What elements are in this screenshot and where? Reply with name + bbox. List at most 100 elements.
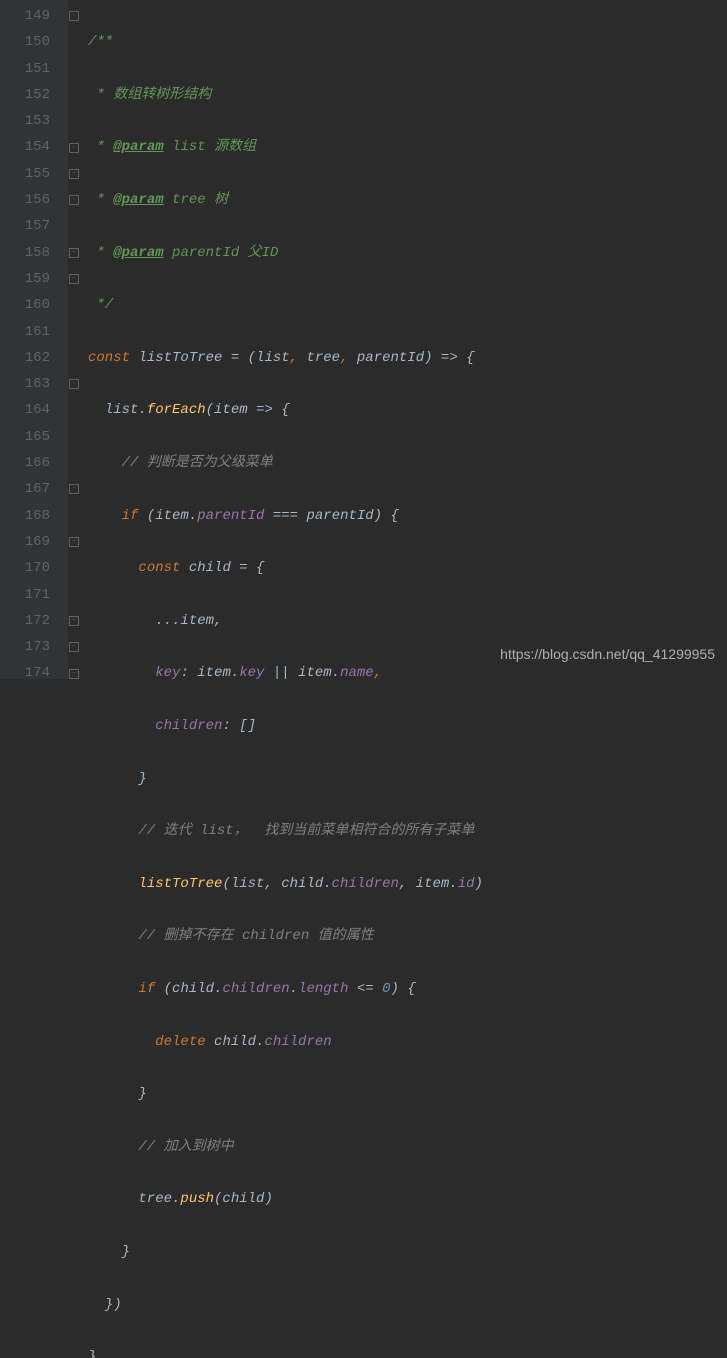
property: name — [340, 665, 374, 681]
keyword: const — [138, 560, 180, 576]
indent — [88, 876, 138, 892]
comma: , — [290, 350, 307, 366]
line-number: 156 — [10, 187, 50, 213]
fold-toggle[interactable]: - — [69, 642, 79, 652]
comma: , — [340, 350, 357, 366]
comment: // 迭代 list， 找到当前菜单相符合的所有子菜单 — [88, 823, 474, 839]
line-number: 165 — [10, 424, 50, 450]
doc-tag: @param — [113, 192, 163, 208]
fold-toggle[interactable]: - — [69, 669, 79, 679]
line-number: 159 — [10, 266, 50, 292]
param: item — [214, 402, 248, 418]
keyword: const — [88, 350, 138, 366]
param: list — [256, 350, 290, 366]
code: || item. — [264, 665, 340, 681]
code: child. — [206, 1034, 265, 1050]
property: parentId — [197, 508, 264, 524]
line-number: 161 — [10, 319, 50, 345]
doc-comment: */ — [88, 297, 113, 313]
fold-toggle[interactable]: - — [69, 537, 79, 547]
line-number: 151 — [10, 56, 50, 82]
doc-desc: 父ID — [248, 245, 279, 261]
line-number: 160 — [10, 292, 50, 318]
property: length — [298, 981, 348, 997]
fold-toggle[interactable]: - — [69, 616, 79, 626]
doc-param: list — [164, 139, 214, 155]
line-number: 168 — [10, 503, 50, 529]
property: key — [239, 665, 264, 681]
code: ) { — [391, 981, 416, 997]
code: . — [290, 981, 298, 997]
line-number: 157 — [10, 213, 50, 239]
code-area[interactable]: /** * 数组转树形结构 * @param list 源数组 * @param… — [82, 0, 483, 679]
indent — [88, 1034, 155, 1050]
doc-param: parentId — [164, 245, 248, 261]
indent — [88, 981, 138, 997]
code: ...item, — [88, 613, 222, 629]
code: , item. — [399, 876, 458, 892]
property: children — [332, 876, 399, 892]
doc-desc: 树 — [214, 192, 228, 208]
comment: // 加入到树中 — [88, 1139, 234, 1155]
line-number: 172 — [10, 608, 50, 634]
indent — [88, 508, 122, 524]
indent — [88, 665, 155, 681]
fold-toggle[interactable]: - — [69, 248, 79, 258]
line-number: 169 — [10, 529, 50, 555]
comment: // 判断是否为父级菜单 — [88, 455, 273, 471]
code: }) — [88, 1297, 122, 1313]
line-number: 171 — [10, 582, 50, 608]
property: id — [458, 876, 475, 892]
code: (list, child. — [222, 876, 331, 892]
property: children — [222, 981, 289, 997]
indent — [88, 560, 138, 576]
line-number: 170 — [10, 555, 50, 581]
keyword: if — [138, 981, 155, 997]
line-number: 174 — [10, 660, 50, 686]
doc-tag: @param — [113, 139, 163, 155]
property: key — [155, 665, 180, 681]
keyword: delete — [155, 1034, 205, 1050]
punc: => { — [248, 402, 290, 418]
doc-text: 数组转树形结构 — [113, 87, 211, 103]
line-number: 167 — [10, 476, 50, 502]
doc-comment: * — [88, 245, 113, 261]
code: } — [88, 1086, 147, 1102]
punc: ( — [206, 402, 214, 418]
fold-toggle[interactable]: - — [69, 484, 79, 494]
fold-toggle[interactable]: - — [69, 169, 79, 179]
keyword: if — [122, 508, 139, 524]
fn-name: listToTree — [138, 350, 222, 366]
line-number: 158 — [10, 240, 50, 266]
punc: ) => { — [424, 350, 474, 366]
code: list. — [88, 402, 147, 418]
line-number: 155 — [10, 161, 50, 187]
param: tree — [306, 350, 340, 366]
comment: // 删掉不存在 children 值的属性 — [88, 928, 374, 944]
line-number: 162 — [10, 345, 50, 371]
doc-desc: 源数组 — [214, 139, 256, 155]
fn-call: listToTree — [138, 876, 222, 892]
fold-toggle[interactable]: - — [69, 274, 79, 284]
code: (child) — [214, 1191, 273, 1207]
line-number: 149 — [10, 3, 50, 29]
method: forEach — [147, 402, 206, 418]
fold-toggle[interactable]: - — [69, 143, 79, 153]
code: tree. — [88, 1191, 180, 1207]
property: children — [264, 1034, 331, 1050]
code: } — [88, 1349, 96, 1358]
line-number: 152 — [10, 82, 50, 108]
code: : item. — [180, 665, 239, 681]
code: (item. — [138, 508, 197, 524]
fold-toggle[interactable]: - — [69, 195, 79, 205]
watermark: https://blog.csdn.net/qq_41299955 — [500, 641, 715, 667]
comma: , — [374, 665, 382, 681]
code-editor: 1491501511521531541551561571581591601611… — [0, 0, 727, 679]
fold-toggle[interactable]: - — [69, 379, 79, 389]
line-number: 163 — [10, 371, 50, 397]
fold-toggle[interactable]: - — [69, 11, 79, 21]
code: : [] — [222, 718, 256, 734]
doc-comment: * — [88, 87, 113, 103]
code: child = { — [180, 560, 264, 576]
doc-tag: @param — [113, 245, 163, 261]
